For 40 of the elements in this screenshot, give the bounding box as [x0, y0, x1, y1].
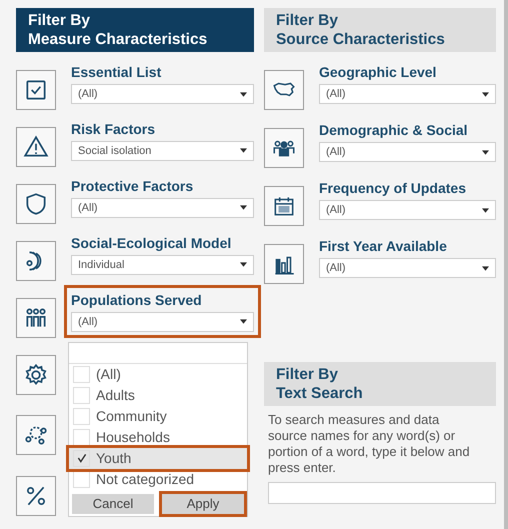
panel-header[interactable]: Filter By Measure Characteristics	[16, 8, 254, 52]
caret-icon	[482, 208, 489, 212]
search-instructions: To search measures and data source names for any word(s) or portion of a word, type it below and press enter.	[268, 412, 471, 476]
dropdown-option[interactable]: Youth	[69, 448, 247, 469]
caret-icon	[240, 148, 247, 154]
dropdown-option[interactable]: (All)	[69, 364, 247, 385]
filter-label: Social-Ecological Model	[71, 234, 232, 251]
filter-label: Geographic Level	[318, 64, 438, 80]
filter-label: Risk Factors	[71, 120, 156, 137]
dropdown-select[interactable]: Social isolation	[71, 140, 254, 161]
dropdown-select[interactable]: Individual	[71, 254, 254, 275]
panel-header[interactable]: Filter By Source Characteristics	[264, 8, 496, 52]
dropdown-select[interactable]: (All)	[71, 312, 254, 332]
dialog-button[interactable]: Apply	[162, 494, 244, 514]
caret-icon	[482, 266, 489, 270]
caret-icon	[240, 262, 247, 268]
dropdown-option[interactable]: Community	[69, 406, 247, 427]
dropdown-select[interactable]: (All)	[71, 198, 254, 218]
caret-icon	[240, 205, 247, 210]
dropdown-select[interactable]: (All)	[318, 200, 496, 220]
caret-icon	[482, 92, 489, 96]
filter-label: Populations Served	[71, 292, 203, 308]
filter-label: Demographic & Social	[318, 122, 469, 138]
dropdown-select[interactable]: (All)	[318, 142, 496, 162]
checkmark-icon	[76, 452, 88, 464]
filter-label: Essential List	[71, 64, 162, 80]
caret-icon	[240, 92, 247, 96]
caret-icon	[482, 150, 489, 154]
dropdown-select[interactable]: (All)	[71, 84, 254, 104]
caret-icon	[240, 319, 247, 324]
dropdown-option[interactable]: Adults	[69, 384, 247, 406]
dialog-button[interactable]: Cancel	[72, 494, 154, 514]
filter-label: First Year Available	[318, 238, 448, 254]
dropdown-select[interactable]: (All)	[318, 84, 496, 104]
search-field[interactable]	[268, 482, 496, 504]
filter-label: Protective Factors	[71, 178, 194, 194]
dropdown-option[interactable]: Not categorized	[69, 468, 247, 490]
dropdown-select[interactable]: (All)	[318, 258, 496, 278]
panel-header[interactable]: Filter By Text Search	[264, 362, 496, 406]
filter-label: Frequency of Updates	[318, 180, 467, 196]
